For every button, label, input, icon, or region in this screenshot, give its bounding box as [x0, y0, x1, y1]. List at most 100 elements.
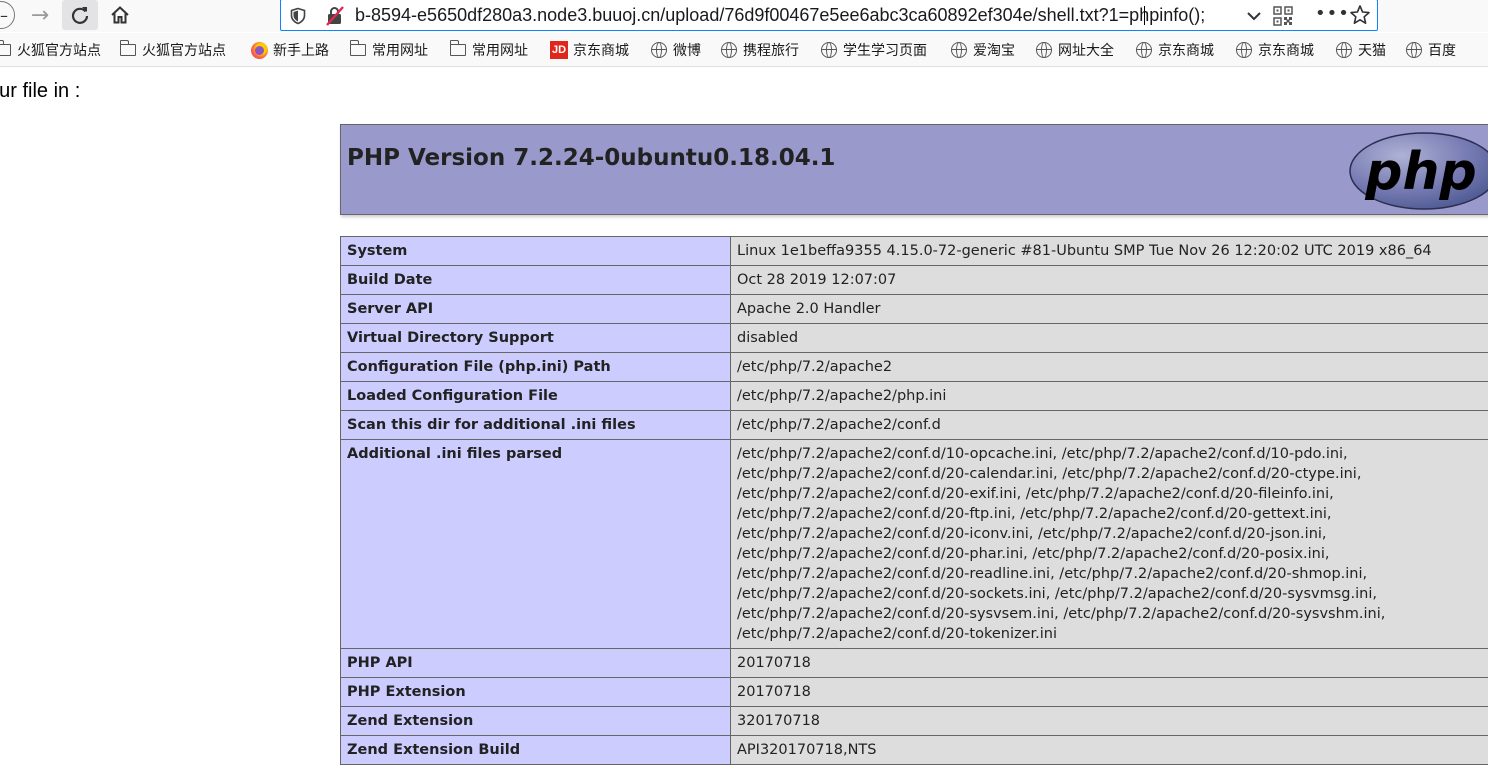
bookmark-item[interactable]: 常用网址 — [349, 40, 428, 60]
row-key: Server API — [341, 295, 731, 324]
row-value: Linux 1e1beffa9355 4.15.0-72-generic #81… — [731, 237, 1488, 266]
row-key: Additional .ini files parsed — [341, 440, 731, 649]
folder-icon — [350, 44, 366, 56]
jd-icon: JD — [550, 41, 568, 59]
chevron-down-icon[interactable] — [1245, 7, 1263, 25]
globe-icon — [651, 42, 667, 58]
row-key: Virtual Directory Support — [341, 324, 731, 353]
row-value: Oct 28 2019 12:07:07 — [731, 266, 1488, 295]
bookmarks-toolbar: 火狐官方站点 火狐官方站点 新手上路 常用网址 常用网址 JD 京东商城 微博 … — [0, 33, 1488, 67]
row-value: API320170718,NTS — [731, 736, 1488, 765]
bookmark-label: 微博 — [673, 40, 701, 60]
bookmark-item[interactable]: 火狐官方站点 — [0, 40, 101, 60]
table-row: Zend Extension Build API320170718,NTS — [341, 736, 1488, 765]
bookmark-label: 携程旅行 — [743, 40, 799, 60]
url-text[interactable]: b-8594-e5650df280a3.node3.buuoj.cn/uploa… — [355, 5, 1205, 26]
bookmark-label: 火狐官方站点 — [142, 40, 226, 60]
bookmark-item[interactable]: 常用网址 — [449, 40, 528, 60]
home-button[interactable] — [104, 0, 136, 30]
bookmark-item[interactable]: 新手上路 — [250, 40, 329, 60]
home-icon — [110, 5, 130, 25]
table-row: Scan this dir for additional .ini files … — [341, 411, 1488, 440]
bookmark-label: 爱淘宝 — [973, 40, 1015, 60]
row-value: 20170718 — [731, 649, 1488, 678]
row-key: Loaded Configuration File — [341, 382, 731, 411]
globe-icon — [1236, 42, 1252, 58]
globe-icon — [821, 42, 837, 58]
row-value: /etc/php/7.2/apache2/conf.d — [731, 411, 1488, 440]
bookmark-label: 京东商城 — [1158, 40, 1214, 60]
phpinfo-table: System Linux 1e1beffa9355 4.15.0-72-gene… — [340, 236, 1488, 765]
bookmark-item[interactable]: 京东商城 — [1235, 40, 1314, 60]
folder-icon — [450, 44, 466, 56]
browser-toolbar: – → b-8594-e5650df280a3.node3.buuoj.cn/u… — [0, 0, 1488, 32]
table-row: Zend Extension 320170718 — [341, 707, 1488, 736]
globe-icon — [1136, 42, 1152, 58]
table-row: Loaded Configuration File /etc/php/7.2/a… — [341, 382, 1488, 411]
bookmark-item[interactable]: 天猫 — [1335, 40, 1386, 60]
php-logo-text: php — [1364, 142, 1476, 202]
bookmark-label: 百度 — [1428, 40, 1456, 60]
bookmark-label: 京东商城 — [1258, 40, 1314, 60]
table-row: Server API Apache 2.0 Handler — [341, 295, 1488, 324]
globe-icon — [721, 42, 737, 58]
bookmark-item[interactable]: 学生学习页面 — [820, 40, 927, 60]
bookmark-star-icon[interactable] — [1349, 4, 1371, 26]
row-value: 20170718 — [731, 678, 1488, 707]
bookmark-item[interactable]: 网址大全 — [1035, 40, 1114, 60]
firefox-icon — [251, 42, 268, 59]
reload-button[interactable] — [62, 0, 98, 30]
row-key: PHP API — [341, 649, 731, 678]
globe-icon — [951, 42, 967, 58]
table-row: PHP Extension 20170718 — [341, 678, 1488, 707]
row-key: Zend Extension — [341, 707, 731, 736]
forward-arrow-icon: → — [31, 3, 49, 28]
row-key: System — [341, 237, 731, 266]
php-logo: php — [1349, 131, 1488, 211]
back-button[interactable]: – — [0, 0, 18, 30]
forward-button[interactable]: → — [26, 0, 54, 30]
bookmark-item[interactable]: 火狐官方站点 — [119, 40, 226, 60]
table-row: Virtual Directory Support disabled — [341, 324, 1488, 353]
url-bar[interactable]: b-8594-e5650df280a3.node3.buuoj.cn/uploa… — [280, 0, 1378, 31]
bookmark-label: 京东商城 — [573, 40, 629, 60]
row-key: Scan this dir for additional .ini files — [341, 411, 731, 440]
bookmark-label: 天猫 — [1358, 40, 1386, 60]
text-caret — [1144, 6, 1145, 25]
globe-icon — [1406, 42, 1422, 58]
table-row: PHP API 20170718 — [341, 649, 1488, 678]
row-value: Apache 2.0 Handler — [731, 295, 1488, 324]
insecure-lock-icon[interactable] — [325, 6, 345, 26]
globe-icon — [1036, 42, 1052, 58]
qr-code-icon[interactable] — [1273, 6, 1293, 26]
table-row: Build Date Oct 28 2019 12:07:07 — [341, 266, 1488, 295]
php-version-title: PHP Version 7.2.24-0ubuntu0.18.04.1 — [347, 145, 835, 171]
row-value: disabled — [731, 324, 1488, 353]
row-key: Build Date — [341, 266, 731, 295]
table-row: System Linux 1e1beffa9355 4.15.0-72-gene… — [341, 237, 1488, 266]
page-actions-more-icon[interactable]: ••• — [1315, 3, 1350, 24]
row-value: /etc/php/7.2/apache2/conf.d/10-opcache.i… — [731, 440, 1488, 649]
table-row: Additional .ini files parsed /etc/php/7.… — [341, 440, 1488, 649]
upload-message: our file in : — [0, 80, 80, 103]
table-row: Configuration File (php.ini) Path /etc/p… — [341, 353, 1488, 382]
bookmark-item[interactable]: 百度 — [1405, 40, 1456, 60]
bookmark-label: 新手上路 — [273, 40, 329, 60]
bookmark-item[interactable]: 微博 — [650, 40, 701, 60]
bookmark-label: 常用网址 — [372, 40, 428, 60]
row-value: 320170718 — [731, 707, 1488, 736]
row-key: Configuration File (php.ini) Path — [341, 353, 731, 382]
tracking-protection-shield-icon[interactable] — [289, 7, 307, 25]
bookmark-item[interactable]: 携程旅行 — [720, 40, 799, 60]
bookmark-item[interactable]: 京东商城 — [1135, 40, 1214, 60]
row-key: Zend Extension Build — [341, 736, 731, 765]
folder-icon — [120, 44, 136, 56]
bookmark-label: 火狐官方站点 — [17, 40, 101, 60]
bookmark-label: 学生学习页面 — [843, 40, 927, 60]
row-value: /etc/php/7.2/apache2/php.ini — [731, 382, 1488, 411]
bookmark-item[interactable]: 爱淘宝 — [950, 40, 1015, 60]
bookmark-item[interactable]: JD 京东商城 — [550, 40, 629, 60]
row-key: PHP Extension — [341, 678, 731, 707]
bookmark-label: 常用网址 — [472, 40, 528, 60]
folder-icon — [0, 44, 11, 56]
